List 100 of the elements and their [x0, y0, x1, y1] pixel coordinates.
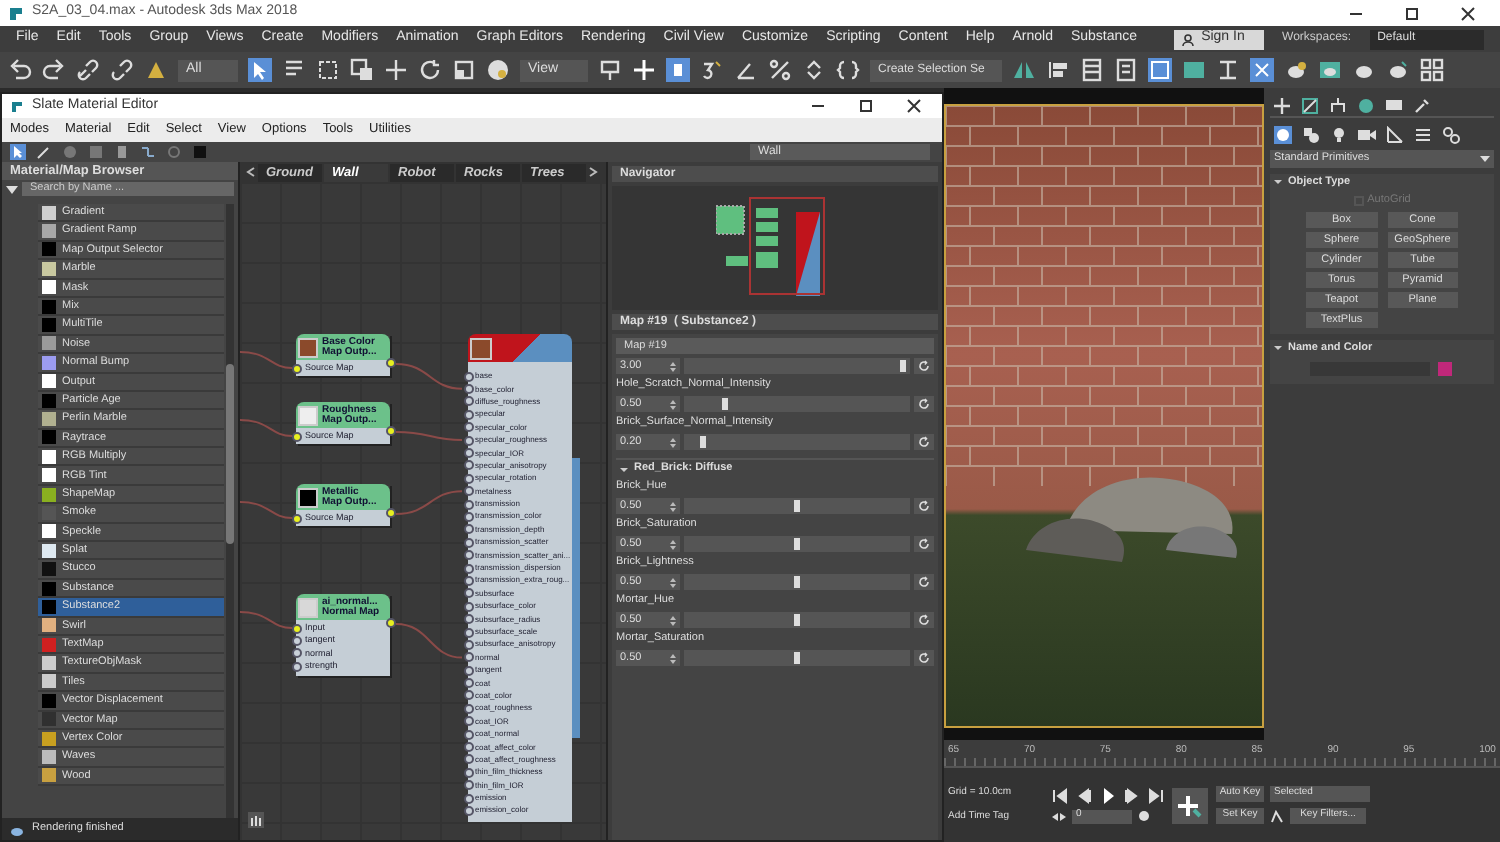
slider-track[interactable]	[684, 612, 910, 628]
collapse-icon	[620, 465, 628, 473]
snap-3d-icon[interactable]	[700, 58, 724, 82]
previous-frame-icon[interactable]	[1076, 787, 1092, 803]
slider-thumb[interactable]	[794, 500, 800, 512]
close-icon[interactable]	[1460, 5, 1476, 21]
slider-track[interactable]	[684, 396, 910, 412]
slider-thumb[interactable]	[721, 398, 728, 410]
active-shade-icon[interactable]	[1386, 58, 1410, 82]
slider-track[interactable]	[684, 358, 910, 374]
port-icon[interactable]	[385, 618, 395, 628]
spinner-arrows-icon	[670, 577, 676, 587]
modify-icon[interactable]	[1302, 98, 1318, 114]
select-arrow-icon[interactable]	[10, 144, 26, 160]
node-canvas[interactable]	[240, 182, 606, 840]
create-plus-icon[interactable]	[1274, 98, 1290, 114]
layers-icon[interactable]	[1080, 58, 1104, 82]
reset-button[interactable]	[914, 536, 934, 552]
percent-snap-icon[interactable]	[768, 58, 792, 82]
slider-track[interactable]	[684, 650, 910, 666]
go-to-end-icon[interactable]	[1148, 787, 1164, 803]
color-swatch[interactable]	[1438, 362, 1452, 376]
link-icon[interactable]	[76, 58, 100, 82]
rectangle-selection-icon[interactable]	[316, 58, 340, 82]
helper-icon[interactable]	[1386, 125, 1404, 143]
key-mode-icon[interactable]	[1052, 811, 1066, 821]
slider-track[interactable]	[684, 498, 910, 514]
spinner-snap-icon[interactable]	[802, 58, 826, 82]
scroll-left-icon[interactable]	[246, 166, 256, 178]
motion-icon[interactable]	[1358, 98, 1374, 114]
select-arrow-icon[interactable]	[248, 58, 272, 82]
schematic-view-icon[interactable]	[1182, 58, 1206, 82]
slider-thumb[interactable]	[794, 614, 800, 626]
maximize-icon[interactable]	[858, 98, 874, 114]
reset-icon	[918, 576, 930, 588]
move-icon[interactable]	[384, 58, 408, 82]
scale-icon[interactable]	[452, 58, 476, 82]
shapes-icon[interactable]	[1302, 125, 1320, 143]
hierarchy-icon[interactable]	[1330, 98, 1346, 114]
window-crossing-icon[interactable]	[350, 58, 374, 82]
wrench-icon[interactable]	[1414, 98, 1430, 114]
rotate-icon[interactable]	[418, 58, 442, 82]
key-tangent-icon[interactable]	[1270, 809, 1284, 823]
scrollbar-thumb[interactable]	[226, 364, 234, 544]
slider-track[interactable]	[684, 434, 910, 450]
undo-icon[interactable]	[8, 58, 32, 82]
port-icon[interactable]	[385, 358, 395, 368]
slider-track[interactable]	[684, 536, 910, 552]
reset-button[interactable]	[914, 498, 934, 514]
redo-icon[interactable]	[42, 58, 66, 82]
reset-button[interactable]	[914, 358, 934, 374]
crosshair-icon[interactable]	[632, 58, 656, 82]
set-key-button[interactable]	[1172, 787, 1208, 823]
slider-thumb[interactable]	[794, 652, 800, 664]
next-frame-icon[interactable]	[1124, 787, 1140, 803]
camera-icon[interactable]	[1358, 125, 1376, 143]
edit-named-selection-icon[interactable]	[836, 58, 860, 82]
teapot-icon[interactable]	[1284, 58, 1308, 82]
curve-editor-icon[interactable]	[1148, 58, 1172, 82]
reset-icon	[918, 436, 930, 448]
grid-icon[interactable]	[1420, 58, 1444, 82]
eyedropper-icon[interactable]	[36, 144, 52, 160]
cylinder-icon[interactable]	[114, 144, 130, 160]
reset-button[interactable]	[914, 396, 934, 412]
maximize-icon[interactable]	[1404, 5, 1420, 21]
connection-wire	[240, 611, 293, 629]
reset-button[interactable]	[914, 434, 934, 450]
slider-track[interactable]	[684, 574, 910, 590]
swatch	[470, 337, 492, 359]
filter-arrow-icon[interactable]	[6, 183, 18, 195]
go-to-start-icon[interactable]	[1052, 787, 1068, 803]
play-icon[interactable]	[1100, 787, 1116, 803]
scene-explorer-icon[interactable]	[1114, 58, 1138, 82]
reset-button[interactable]	[914, 574, 934, 590]
time-config-icon[interactable]	[1138, 810, 1150, 822]
slider-thumb[interactable]	[699, 436, 706, 448]
scroll-right-icon[interactable]	[588, 166, 598, 178]
viewport-scene-drawing[interactable]	[944, 104, 1264, 728]
unlink-icon[interactable]	[110, 58, 134, 82]
reset-icon	[918, 500, 930, 512]
systems-icon[interactable]	[1442, 125, 1460, 143]
slider-thumb[interactable]	[900, 360, 907, 372]
slider-thumb[interactable]	[794, 538, 800, 550]
render-setup-icon[interactable]	[1250, 58, 1274, 82]
manipulate-icon[interactable]	[666, 58, 690, 82]
port-icon[interactable]	[385, 426, 395, 436]
close-icon[interactable]	[906, 98, 922, 114]
reset-button[interactable]	[914, 650, 934, 666]
navigate-button[interactable]	[248, 812, 264, 828]
light-bulb-icon[interactable]	[1330, 125, 1348, 143]
align-icon[interactable]	[1046, 58, 1070, 82]
mirror-icon[interactable]	[1012, 58, 1036, 82]
port-icon[interactable]	[385, 508, 395, 518]
angle-snap-icon[interactable]	[734, 58, 758, 82]
reset-button[interactable]	[914, 612, 934, 628]
render-frame-icon[interactable]	[1318, 58, 1342, 82]
display-icon[interactable]	[1386, 98, 1402, 114]
geometry-sphere-icon[interactable]	[1274, 125, 1292, 143]
sphere-icon[interactable]	[486, 58, 510, 82]
slider-thumb[interactable]	[794, 576, 800, 588]
